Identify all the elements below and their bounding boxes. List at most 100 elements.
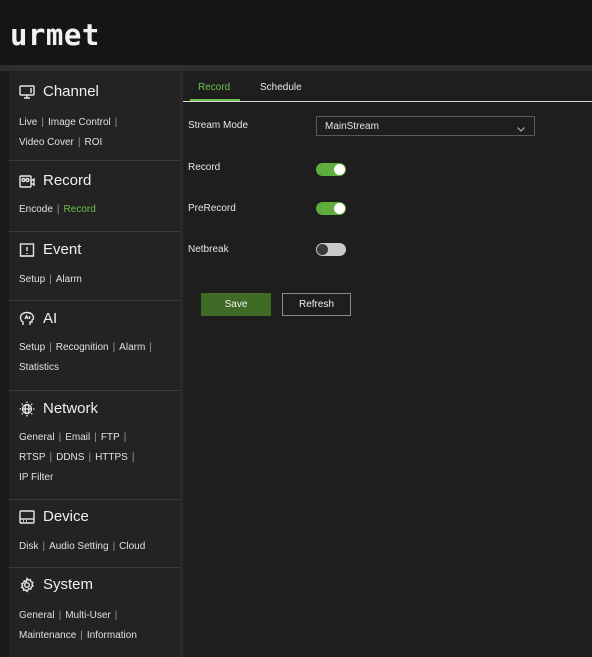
link-disk[interactable]: Disk <box>19 541 38 552</box>
toggle-knob <box>334 203 345 214</box>
main-content: Record Schedule Stream Mode MainStream R… <box>183 71 592 657</box>
device-links: Disk | Audio Setting | Cloud <box>19 537 179 557</box>
tab-record[interactable]: Record <box>198 82 230 93</box>
sidebar: Channel Live | Image Control | Video Cover | R… <box>9 71 180 657</box>
sidebar-item-event[interactable]: Event <box>19 241 81 258</box>
link-information[interactable]: Information <box>87 630 137 641</box>
sidebar-item-record[interactable]: Record <box>19 172 91 189</box>
separator: | <box>41 117 44 128</box>
sidebar-item-label: System <box>43 576 94 593</box>
link-alarm[interactable]: Alarm <box>119 342 145 353</box>
link-record[interactable]: Record <box>64 204 96 215</box>
separator: | <box>49 342 52 353</box>
record-links: Encode | Record <box>19 200 179 220</box>
active-tab-indicator <box>190 99 240 101</box>
sidebar-section-network: Network General | Email | FTP | RTSP | DDNS | HTTP… <box>9 390 180 500</box>
prerecord-label: PreRecord <box>188 203 236 214</box>
sidebar-section-system: System General | Multi-User | Maintenance | In… <box>9 567 180 657</box>
record-icon <box>19 173 35 189</box>
sidebar-item-ai[interactable]: AI <box>19 310 57 327</box>
sidebar-item-device[interactable]: Device <box>19 508 89 525</box>
link-setup[interactable]: Setup <box>19 342 45 353</box>
link-encode[interactable]: Encode <box>19 204 53 215</box>
separator: | <box>114 610 118 621</box>
separator: | <box>112 342 116 353</box>
sidebar-item-label: Network <box>43 400 99 417</box>
link-ip-filter[interactable]: IP Filter <box>19 472 53 483</box>
globe-icon <box>19 401 35 417</box>
link-multi-user[interactable]: Multi-User <box>65 610 111 621</box>
alarm-icon <box>19 242 35 258</box>
sidebar-item-label: Channel <box>43 83 99 100</box>
system-links: General | Multi-User | Maintenance | Informati… <box>19 606 179 646</box>
link-https[interactable]: HTTPS <box>95 452 128 463</box>
link-recognition[interactable]: Recognition <box>56 342 109 353</box>
record-label: Record <box>188 162 221 173</box>
separator: | <box>112 541 116 552</box>
link-email[interactable]: Email <box>65 432 90 443</box>
sidebar-section-record: Record Encode | Record <box>9 160 180 232</box>
save-button[interactable]: Save <box>201 293 271 316</box>
separator: | <box>149 342 152 353</box>
sidebar-section-event: Event Setup | Alarm <box>9 231 180 301</box>
toggle-knob <box>334 164 345 175</box>
separator: | <box>58 432 62 443</box>
link-roi[interactable]: ROI <box>84 137 102 148</box>
sidebar-section-device: Device Disk | Audio Setting | Cloud <box>9 499 180 568</box>
link-audio-setting[interactable]: Audio Setting <box>49 541 109 552</box>
separator: | <box>49 274 52 285</box>
link-setup[interactable]: Setup <box>19 274 45 285</box>
separator: | <box>42 541 46 552</box>
separator: | <box>77 137 81 148</box>
link-live[interactable]: Live <box>19 117 37 128</box>
link-ftp[interactable]: FTP <box>101 432 120 443</box>
sidebar-item-system[interactable]: System <box>19 576 93 593</box>
link-ddns[interactable]: DDNS <box>56 452 84 463</box>
separator: | <box>58 610 62 621</box>
link-video-cover[interactable]: Video Cover <box>19 137 74 148</box>
refresh-button[interactable]: Refresh <box>282 293 351 316</box>
netbreak-label: Netbreak <box>188 244 229 255</box>
sidebar-item-network[interactable]: Network <box>19 400 98 417</box>
sidebar-item-label: AI <box>43 310 58 327</box>
link-maintenance[interactable]: Maintenance <box>19 630 76 641</box>
sidebar-section-channel: Channel Live | Image Control | Video Cover | R… <box>9 71 180 161</box>
event-links: Setup | Alarm <box>19 270 179 290</box>
record-toggle[interactable] <box>316 163 346 176</box>
prerecord-toggle[interactable] <box>316 202 346 215</box>
sidebar-item-label: Device <box>43 508 89 525</box>
separator: | <box>131 452 135 463</box>
tab-bar: Record Schedule <box>183 71 592 102</box>
netbreak-toggle[interactable] <box>316 243 346 256</box>
sidebar-section-ai: AI Setup | Recognition | Alarm | Statistics <box>9 300 180 391</box>
link-general[interactable]: General <box>19 432 55 443</box>
toggle-knob <box>317 244 328 255</box>
link-rtsp[interactable]: RTSP <box>19 452 46 463</box>
separator: | <box>56 204 60 215</box>
ai-links: Setup | Recognition | Alarm | Statistics <box>19 338 179 378</box>
sidebar-item-label: Record <box>43 172 92 189</box>
monitor-icon <box>19 84 35 100</box>
hard-disk-icon <box>19 509 35 525</box>
channel-links: Live | Image Control | Video Cover | ROI <box>19 113 179 153</box>
chevron-down-icon <box>517 124 525 135</box>
stream-mode-value: MainStream <box>325 121 379 132</box>
network-links: General | Email | FTP | RTSP | DDNS | HTTPS | IP Fil… <box>19 428 179 488</box>
link-image-control[interactable]: Image Control <box>48 117 111 128</box>
sidebar-item-label: Event <box>43 241 82 258</box>
separator: | <box>88 452 92 463</box>
urmet-logo: urmet <box>10 18 100 52</box>
stream-mode-select[interactable]: MainStream <box>316 116 535 136</box>
top-bar: urmet <box>0 0 592 65</box>
gear-icon <box>19 576 35 593</box>
separator: | <box>94 432 97 443</box>
tab-schedule[interactable]: Schedule <box>260 82 302 93</box>
separator: | <box>114 117 118 128</box>
separator: | <box>80 630 83 641</box>
stream-mode-label: Stream Mode <box>188 120 249 131</box>
link-statistics[interactable]: Statistics <box>19 362 59 373</box>
link-cloud[interactable]: Cloud <box>119 541 145 552</box>
link-alarm[interactable]: Alarm <box>56 274 82 285</box>
link-general[interactable]: General <box>19 610 55 621</box>
sidebar-item-channel[interactable]: Channel <box>19 83 99 100</box>
